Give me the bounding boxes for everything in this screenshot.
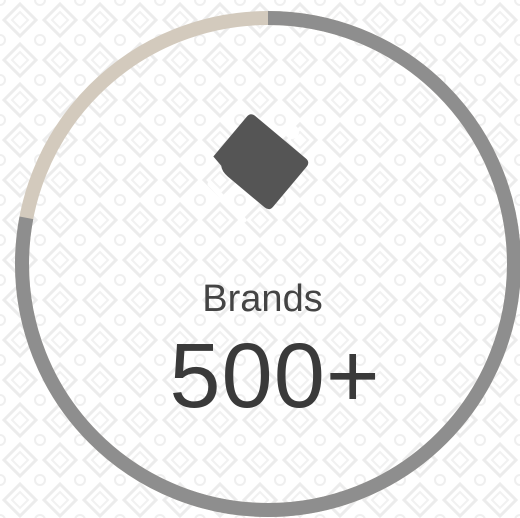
price-tag-icon <box>207 114 309 223</box>
stat-value: 500+ <box>169 325 381 427</box>
stat-label: Brands <box>202 278 323 320</box>
progress-ring <box>15 11 520 517</box>
